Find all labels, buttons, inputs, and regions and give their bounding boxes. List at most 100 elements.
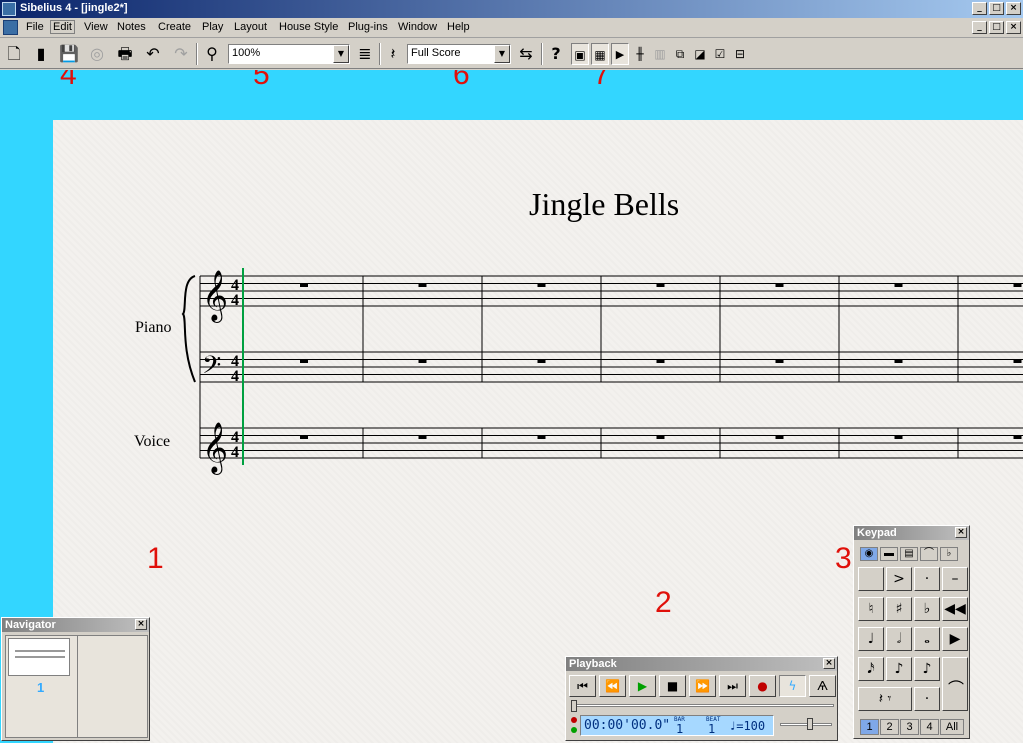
keypad-tab-common-notes[interactable]: ◉ (860, 547, 878, 561)
playback-slider-handle[interactable] (571, 700, 577, 712)
keypad-layout-1[interactable]: 1 (860, 719, 879, 735)
navigator-view[interactable]: 1 (5, 635, 148, 738)
playback-position-slider[interactable] (571, 700, 834, 712)
key-minim[interactable]: 𝅗𝅥 (886, 627, 912, 651)
forward-to-end-icon[interactable]: ⏭ (719, 675, 746, 697)
fast-forward-icon[interactable]: ⏩ (689, 675, 716, 697)
key-sharp[interactable]: ♯ (886, 597, 912, 621)
page-view-icon[interactable]: ≣ (354, 43, 376, 65)
menu-plug-ins[interactable]: Plug-ins (348, 21, 388, 33)
keypad-tab-articulations[interactable]: ⌒ (920, 547, 938, 561)
ideas-window-icon[interactable]: ⊟ (731, 43, 749, 65)
key-natural[interactable]: ♮ (858, 597, 884, 621)
key-crotchet[interactable]: ♩ (858, 627, 884, 651)
whole-rest (775, 435, 784, 439)
key-rests[interactable]: 𝄽 𝄾 (858, 687, 912, 711)
chevron-down-icon[interactable]: ▼ (333, 45, 349, 63)
whole-rest (300, 359, 308, 363)
burn-cd-icon[interactable]: ◎ (86, 43, 108, 65)
switch-part-icon[interactable]: ⇆ (515, 43, 537, 65)
playback-window-icon[interactable]: ▶ (611, 43, 629, 65)
key-semiquaver[interactable]: 𝅘𝅥𝅯 (858, 657, 884, 681)
key-quaver[interactable]: ♪ (914, 657, 940, 681)
close-icon[interactable]: × (135, 619, 147, 630)
keypad-layout-all[interactable]: All (940, 719, 964, 735)
print-icon[interactable]: 🖶 (114, 43, 136, 65)
whole-rest (418, 435, 427, 439)
stop-icon[interactable]: ■ (659, 675, 686, 697)
keypad-layout-4[interactable]: 4 (920, 719, 939, 735)
save-icon[interactable]: 💾 (58, 43, 80, 65)
close-icon[interactable]: × (955, 527, 967, 538)
doc-minimize-button[interactable]: _ (972, 21, 987, 34)
play-icon[interactable]: ▶ (629, 675, 656, 697)
zoom-icon[interactable]: ⚲ (201, 43, 223, 65)
menu-play[interactable]: Play (202, 21, 223, 33)
bar-number: 1 (676, 722, 684, 736)
help-icon[interactable]: ? (545, 43, 567, 65)
navigator-title-bar[interactable]: Navigator × (2, 618, 149, 632)
whole-rest (894, 359, 903, 363)
key-forward[interactable]: ▶ (942, 627, 968, 651)
rewind-icon[interactable]: ⏪ (599, 675, 626, 697)
navigator-window-icon[interactable]: ▣ (571, 43, 589, 65)
keypad-tab-accidentals[interactable]: ♭ (940, 547, 958, 561)
menu-notes[interactable]: Notes (117, 21, 146, 33)
keypad-window-icon[interactable]: ▦ (591, 43, 609, 65)
maximize-button[interactable]: □ (989, 2, 1004, 15)
undo-icon[interactable]: ↶ (142, 43, 164, 65)
key-tenuto[interactable]: – (942, 567, 968, 591)
menu-help[interactable]: Help (447, 21, 470, 33)
mixer-window-icon[interactable]: ╫ (631, 43, 649, 65)
minimize-button[interactable]: _ (972, 2, 987, 15)
keypad-tab-more-notes[interactable]: ▬ (880, 547, 898, 561)
key-blank[interactable] (858, 567, 884, 591)
kontakt-window-icon[interactable]: ▥ (651, 43, 669, 65)
navigator-page-thumbnail[interactable] (8, 638, 70, 676)
keypad-layout-2[interactable]: 2 (880, 719, 899, 735)
menu-file[interactable]: File (26, 21, 44, 33)
tempo-slider[interactable] (780, 718, 832, 730)
whole-rest (656, 359, 665, 363)
whole-rest (775, 283, 784, 287)
key-staccato[interactable]: · (914, 567, 940, 591)
menu-create[interactable]: Create (158, 21, 191, 33)
properties-window-icon[interactable]: ⧉ (671, 43, 689, 65)
key-accent[interactable]: > (886, 567, 912, 591)
rewind-to-start-icon[interactable]: ⏮ (569, 675, 596, 697)
doc-close-button[interactable]: × (1006, 21, 1021, 34)
menu-house-style[interactable]: House Style (279, 21, 338, 33)
redo-icon[interactable]: ↷ (170, 43, 192, 65)
menu-edit[interactable]: Edit (50, 20, 75, 34)
tempo-slider-handle[interactable] (807, 718, 813, 730)
performance-icon[interactable]: Ѧ (809, 675, 836, 697)
zoom-select[interactable]: 100% ▼ (228, 44, 350, 64)
key-dot[interactable]: · (914, 687, 940, 711)
menu-view[interactable]: View (84, 21, 108, 33)
key-flat[interactable]: ♭ (914, 597, 940, 621)
menu-window[interactable]: Window (398, 21, 437, 33)
focus-staves-icon[interactable]: 𝄽 (382, 43, 404, 65)
filter-window-icon[interactable]: ☑ (711, 43, 729, 65)
video-window-icon[interactable]: ◪ (691, 43, 709, 65)
parts-select[interactable]: Full Score ▼ (407, 44, 511, 64)
record-icon[interactable]: ● (749, 675, 776, 697)
menu-layout[interactable]: Layout (234, 21, 267, 33)
keypad-layout-3[interactable]: 3 (900, 719, 919, 735)
keypad-tab-beams-tremolos[interactable]: ▤ (900, 547, 918, 561)
key-rewind[interactable]: ◀◀ (942, 597, 968, 621)
open-file-icon[interactable]: ▮ (30, 43, 52, 65)
chevron-down-icon[interactable]: ▼ (494, 45, 510, 63)
document-icon[interactable] (3, 20, 18, 35)
doc-restore-button[interactable]: □ (989, 21, 1004, 34)
playback-title-bar[interactable]: Playback × (566, 657, 837, 671)
key-semibreve[interactable]: 𝅝 (914, 627, 940, 651)
whole-rest (418, 359, 427, 363)
live-playback-icon[interactable]: ϟ (779, 675, 806, 697)
key-quaver-dotted[interactable]: ♪ (886, 657, 912, 681)
close-button[interactable]: × (1006, 2, 1021, 15)
close-icon[interactable]: × (823, 658, 835, 669)
key-tie[interactable]: ⌒ (948, 675, 964, 699)
new-file-icon[interactable]: 🗋 (3, 43, 25, 65)
keypad-title-bar[interactable]: Keypad × (854, 526, 969, 540)
